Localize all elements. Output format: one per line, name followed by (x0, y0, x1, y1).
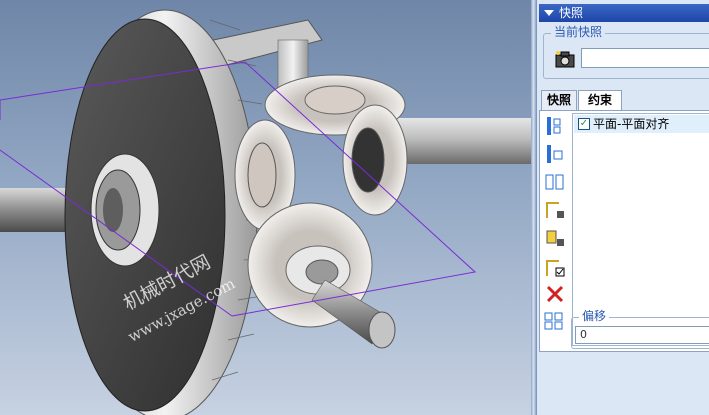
gear-assembly-model[interactable] (0, 0, 531, 415)
lock-rotate-icon[interactable] (544, 199, 566, 221)
panel-title: 快照 (559, 6, 584, 20)
snapshot-panel: 快照 当前快照 快照 约束 ✓ 平面-平面对齐 偏移 0 (536, 0, 709, 415)
offset-icon (544, 312, 563, 330)
tab-snapshot[interactable]: 快照 (541, 90, 577, 110)
constraint-checkbox[interactable]: ✓ (578, 118, 590, 130)
offset-label: 偏移 (579, 308, 610, 324)
delete-icon[interactable] (544, 283, 566, 305)
list-item[interactable]: ✓ 平面-平面对齐 (574, 115, 709, 133)
tab-constraints[interactable]: 约束 (578, 90, 622, 111)
align-side-icon[interactable] (544, 171, 566, 193)
check-constraint-icon[interactable] (544, 257, 566, 279)
panel-header[interactable]: 快照 (539, 4, 709, 22)
constraint-label: 平面-平面对齐 (593, 117, 670, 131)
camera-icon[interactable] (555, 50, 575, 68)
align-top-icon[interactable] (544, 115, 566, 137)
lock-part-icon[interactable] (544, 227, 566, 249)
collapse-triangle-icon[interactable] (544, 10, 554, 16)
3d-model-viewport[interactable]: 机械时代网 www.jxage.com (0, 0, 531, 415)
current-snapshot-label: 当前快照 (551, 24, 606, 40)
offset-value-input[interactable]: 0 (575, 326, 709, 344)
snapshot-name-input[interactable] (581, 48, 709, 68)
align-offset-icon[interactable] (544, 143, 566, 165)
